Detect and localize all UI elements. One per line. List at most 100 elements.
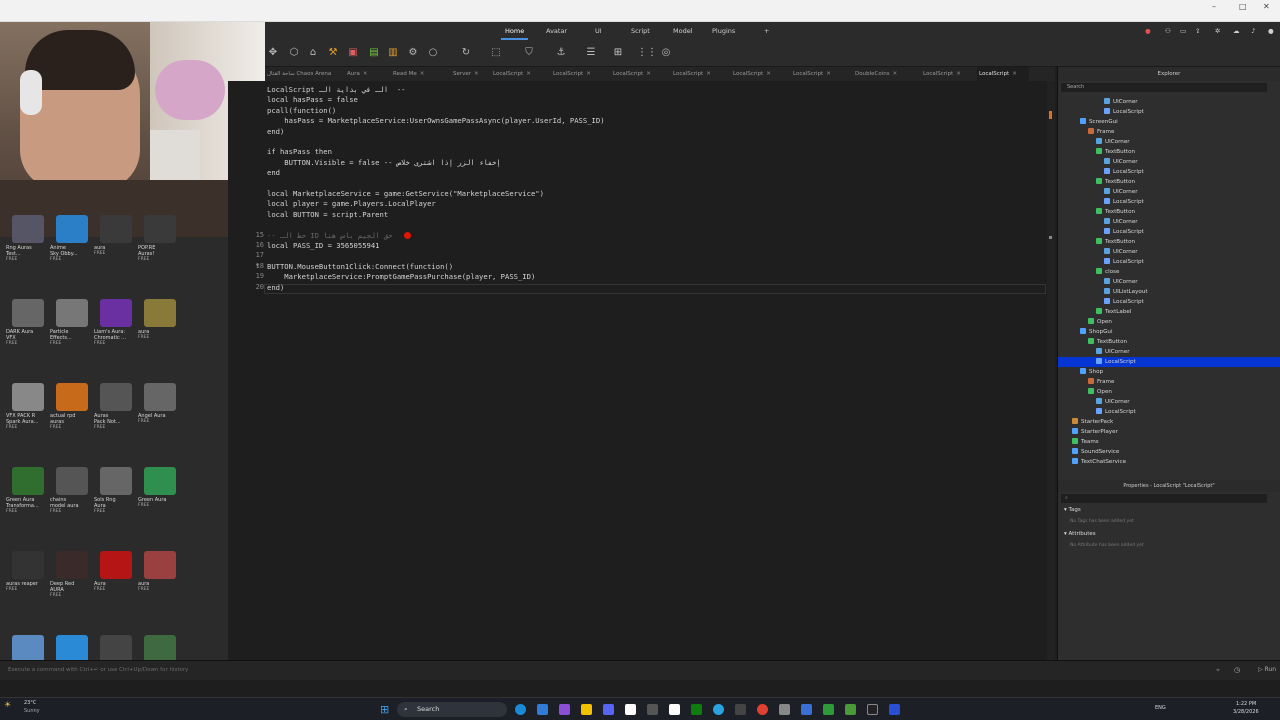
code-line[interactable]: -- حط الـ ID حق الجيم باس هنا	[267, 231, 393, 240]
toolbox-thumbnail[interactable]	[12, 215, 44, 243]
explorer-item[interactable]: LocalScript	[1058, 257, 1280, 267]
toolbox-thumbnail[interactable]	[144, 467, 176, 495]
toolbox-thumbnail[interactable]	[144, 383, 176, 411]
code-line[interactable]: local PASS_ID = 3565055941	[267, 241, 380, 250]
roblox-studio-icon[interactable]	[867, 704, 878, 715]
explorer-item[interactable]: StarterPlayer	[1058, 427, 1280, 437]
code-line[interactable]: end	[267, 168, 280, 177]
toolbox-thumbnail[interactable]	[56, 215, 88, 243]
telegram-icon[interactable]	[713, 704, 724, 715]
toolbox-thumbnail[interactable]	[12, 383, 44, 411]
maximize-icon[interactable]: □	[1239, 2, 1247, 11]
toolbox-item[interactable]: aura FREE	[138, 551, 182, 592]
toolbox-item[interactable]: Sols Rng Aura FREE	[94, 467, 138, 514]
people-icon[interactable]: ⚇	[1165, 27, 1171, 35]
add-tab-icon[interactable]: +	[764, 27, 769, 35]
toolbox-item[interactable]: Green Aura Transforma... FREE	[6, 467, 50, 514]
attributes-section-header[interactable]: ▾ Attributes	[1064, 531, 1096, 537]
discord-icon[interactable]	[603, 704, 614, 715]
script-editor[interactable]: 15 16 17 18 ▾ 19 20 LocalScript الـ في بداية ا…	[228, 81, 1055, 660]
tab-ui[interactable]: UI	[595, 27, 602, 35]
toolbox-item[interactable]: Rng Auras Test... FREE	[6, 215, 50, 262]
minecraft-icon[interactable]	[845, 704, 856, 715]
code-line[interactable]: local MarketplaceService = game:GetServi…	[267, 189, 544, 198]
record-icon[interactable]: ●	[1145, 27, 1151, 35]
explorer-item[interactable]: LocalScript	[1058, 407, 1280, 417]
explorer-item[interactable]: Frame	[1058, 377, 1280, 387]
explorer-item[interactable]: Teams	[1058, 437, 1280, 447]
toolbox-item[interactable]: VFX PACK R Spark Aura... FREE	[6, 383, 50, 430]
code-line[interactable]: MarketplaceService:PromptGamePassPurchas…	[267, 272, 535, 281]
tags-section-header[interactable]: ▾ Tags	[1064, 507, 1081, 513]
explorer-item[interactable]: LocalScript	[1058, 227, 1280, 237]
minimize-icon[interactable]: –	[1212, 2, 1216, 11]
explorer-item[interactable]: Open	[1058, 317, 1280, 327]
language-indicator[interactable]: ENG	[1155, 705, 1166, 711]
explorer-item[interactable]: LocalScript	[1058, 167, 1280, 177]
explorer-item[interactable]: TextButton	[1058, 147, 1280, 157]
toolbox-item[interactable]: aura FREE	[138, 299, 182, 340]
explorer-item[interactable]: StarterPack	[1058, 417, 1280, 427]
steam-icon[interactable]	[801, 704, 812, 715]
lock-icon[interactable]: ⛉	[523, 47, 535, 59]
explorer-item[interactable]: TextButton	[1058, 237, 1280, 247]
output-icon[interactable]: ⊞	[612, 47, 624, 59]
explorer-item[interactable]: TextChatService	[1058, 457, 1280, 467]
code-line[interactable]: end)	[267, 127, 284, 136]
toolbox-thumbnail[interactable]	[56, 299, 88, 327]
clock-time[interactable]: 1:22 PM	[1236, 701, 1256, 707]
run-icon[interactable]: ▷ Run	[1258, 666, 1276, 673]
app-icon[interactable]	[669, 704, 680, 715]
code-line[interactable]: end)	[267, 283, 284, 292]
weather-desc[interactable]: Sunny	[24, 708, 40, 714]
history-icon[interactable]: ◷	[1234, 666, 1240, 674]
tools-icon[interactable]: ⋮⋮	[637, 47, 657, 59]
chat-icon[interactable]: ▭	[1180, 27, 1186, 35]
code-line[interactable]: BUTTON.MouseButton1Click:Connect(functio…	[267, 262, 453, 271]
command-bar-placeholder[interactable]: Execute a command with Ctrl+↵ or use Ctr…	[8, 667, 188, 673]
toolbox-thumbnail[interactable]	[56, 467, 88, 495]
tab-localscript-7[interactable]: LocalScript ✕	[921, 67, 971, 81]
explorer-item[interactable]: ScreenGui	[1058, 117, 1280, 127]
tab-doublecoins[interactable]: DoubleCoins ✕	[853, 67, 907, 81]
close-icon[interactable]: ✕	[1263, 2, 1270, 11]
explorer-item[interactable]: UICorner	[1058, 247, 1280, 257]
gear-icon[interactable]: ⚙	[407, 47, 419, 59]
explorer-item[interactable]: TextButton	[1058, 337, 1280, 347]
xbox-icon[interactable]	[691, 704, 702, 715]
tab-plugins[interactable]: Plugins	[712, 27, 735, 35]
code-line[interactable]: local hasPass = false	[267, 95, 358, 104]
circle-icon[interactable]: ○	[427, 47, 439, 59]
toolbox-thumbnail[interactable]	[100, 635, 132, 663]
tab-server[interactable]: Server ✕	[451, 67, 487, 81]
list-icon[interactable]: ☰	[585, 47, 597, 59]
toolbox-item[interactable]: Green Aura FREE	[138, 467, 182, 508]
tab-localscript-2[interactable]: LocalScript ✕	[551, 67, 601, 81]
explorer-item[interactable]: UICorner	[1058, 397, 1280, 407]
code-line[interactable]: LocalScript الـ في بداية الـ --	[267, 85, 406, 94]
explorer-item[interactable]: LocalScript	[1058, 197, 1280, 207]
toolbox-thumbnail[interactable]	[144, 551, 176, 579]
toolbox-item[interactable]: Particle Effects... FREE	[50, 299, 94, 346]
tab-localscript-6[interactable]: LocalScript ✕	[791, 67, 841, 81]
toolbox-item[interactable]: actual rpd auras FREE	[50, 383, 94, 430]
explorer-item[interactable]: UICorner	[1058, 187, 1280, 197]
toolbox-thumbnail[interactable]	[56, 635, 88, 663]
tab-read-me[interactable]: Read Me ✕	[391, 67, 431, 81]
toolbox-item[interactable]: Deep Red AURA FREE	[50, 551, 94, 598]
edge-icon[interactable]	[515, 704, 526, 715]
toolbox-item[interactable]: auras reaper FREE	[6, 551, 50, 592]
script-icon[interactable]: ▤	[368, 47, 380, 59]
part-tool-icon[interactable]: ⬡	[288, 47, 300, 59]
command-bar[interactable]: Execute a command with Ctrl+↵ or use Ctr…	[0, 660, 1280, 680]
toolbox-item[interactable]: chains model aura FREE	[50, 467, 94, 514]
explorer-item[interactable]: TextButton	[1058, 177, 1280, 187]
app-icon[interactable]	[625, 704, 636, 715]
toolbox-thumbnail[interactable]	[144, 299, 176, 327]
explorer-item[interactable]: UICorner	[1058, 217, 1280, 227]
app-icon[interactable]	[889, 704, 900, 715]
code-line[interactable]: BUTTON.Visible = false -- إخفاء الزر إذا…	[267, 158, 500, 167]
tab-chaos-arena[interactable]: ساحة القتال Chaos Arena	[265, 67, 331, 81]
explorer-item[interactable]: UICorner	[1058, 137, 1280, 147]
toolbox-thumbnail[interactable]	[144, 215, 176, 243]
